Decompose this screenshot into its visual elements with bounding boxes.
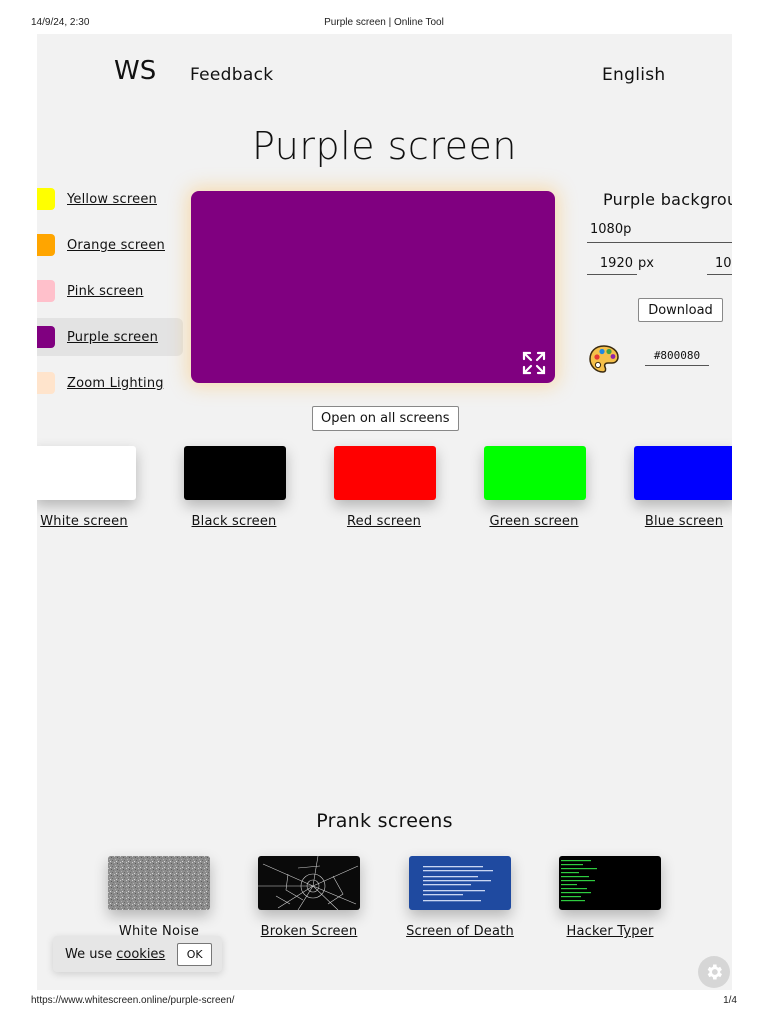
sidebar-item-orange[interactable]: Orange screen	[37, 226, 183, 264]
sidebar-item-purple[interactable]: Purple screen	[37, 318, 183, 356]
orange-swatch	[37, 234, 55, 256]
sidebar-item-label: Purple screen	[67, 329, 159, 345]
sidebar-item-pink[interactable]: Pink screen	[37, 272, 183, 310]
height-input[interactable]: 1080	[707, 256, 732, 275]
sidebar-item-label: Zoom Lighting	[67, 375, 164, 391]
terminal-code-image	[561, 860, 597, 902]
palette-icon[interactable]	[588, 344, 620, 374]
blue-screen-link[interactable]: Blue screen	[609, 514, 732, 529]
green-screen-link[interactable]: Green screen	[459, 514, 609, 529]
settings-button[interactable]	[698, 956, 730, 988]
cracked-glass-image	[258, 856, 359, 910]
expand-icon[interactable]	[521, 350, 547, 376]
red-screen-link[interactable]: Red screen	[309, 514, 459, 529]
unit-label: px	[638, 256, 654, 271]
print-url: https://www.whitescreen.online/purple-sc…	[31, 995, 235, 1006]
feedback-link[interactable]: Feedback	[190, 65, 273, 85]
print-page-number: 1/4	[723, 995, 737, 1006]
prank-section-title: Prank screens	[316, 810, 453, 832]
yellow-swatch	[37, 188, 55, 210]
width-input[interactable]: 1920	[587, 256, 637, 275]
sidebar-item-label: Yellow screen	[67, 191, 157, 207]
resolution-select[interactable]: 1080p	[587, 222, 732, 243]
purple-swatch	[37, 326, 55, 348]
sidebar-item-zoom-lighting[interactable]: Zoom Lighting	[37, 364, 183, 402]
download-button[interactable]: Download	[638, 298, 723, 322]
site-logo[interactable]: WS	[114, 56, 156, 86]
gear-icon	[707, 964, 722, 980]
broken-screen-thumb[interactable]	[258, 856, 360, 910]
cookie-ok-button[interactable]: OK	[177, 942, 213, 966]
broken-screen-link[interactable]: Broken Screen	[234, 924, 384, 939]
print-footer: https://www.whitescreen.online/purple-sc…	[0, 995, 768, 1009]
page: WS Feedback English Purple screen Yellow…	[37, 34, 732, 990]
hex-color-input[interactable]: #800080	[645, 349, 709, 366]
page-title: Purple screen	[252, 124, 517, 168]
print-title: Purple screen | Online Tool	[324, 17, 444, 28]
language-selector[interactable]: English	[602, 65, 665, 85]
hacker-typer-thumb[interactable]	[559, 856, 661, 910]
sidebar-item-yellow[interactable]: Yellow screen	[37, 180, 183, 218]
blue-screen-thumb[interactable]	[634, 446, 732, 500]
hacker-typer-link[interactable]: Hacker Typer	[535, 924, 685, 939]
green-screen-thumb[interactable]	[484, 446, 586, 500]
black-screen-link[interactable]: Black screen	[159, 514, 309, 529]
white-screen-thumb[interactable]	[37, 446, 136, 500]
cookies-link[interactable]: cookies	[116, 947, 165, 962]
open-all-screens-button[interactable]: Open on all screens	[312, 406, 459, 431]
screen-of-death-thumb[interactable]	[409, 856, 511, 910]
cookie-text: We use	[65, 946, 113, 962]
cookie-banner: We use cookies OK	[53, 936, 222, 972]
white-screen-link[interactable]: White screen	[37, 514, 159, 529]
black-screen-thumb[interactable]	[184, 446, 286, 500]
screen-of-death-link[interactable]: Screen of Death	[385, 924, 535, 939]
white-noise-thumb[interactable]	[108, 856, 210, 910]
red-screen-thumb[interactable]	[334, 446, 436, 500]
color-preview[interactable]	[191, 191, 555, 383]
download-panel-title: Purple background	[603, 190, 732, 209]
print-header: 14/9/24, 2:30 Purple screen | Online Too…	[0, 17, 768, 31]
sidebar-item-label: Orange screen	[67, 237, 165, 253]
sidebar-item-label: Pink screen	[67, 283, 144, 299]
pink-swatch	[37, 280, 55, 302]
bsod-image	[423, 866, 493, 902]
static-noise-image	[108, 856, 210, 910]
peach-swatch	[37, 372, 55, 394]
